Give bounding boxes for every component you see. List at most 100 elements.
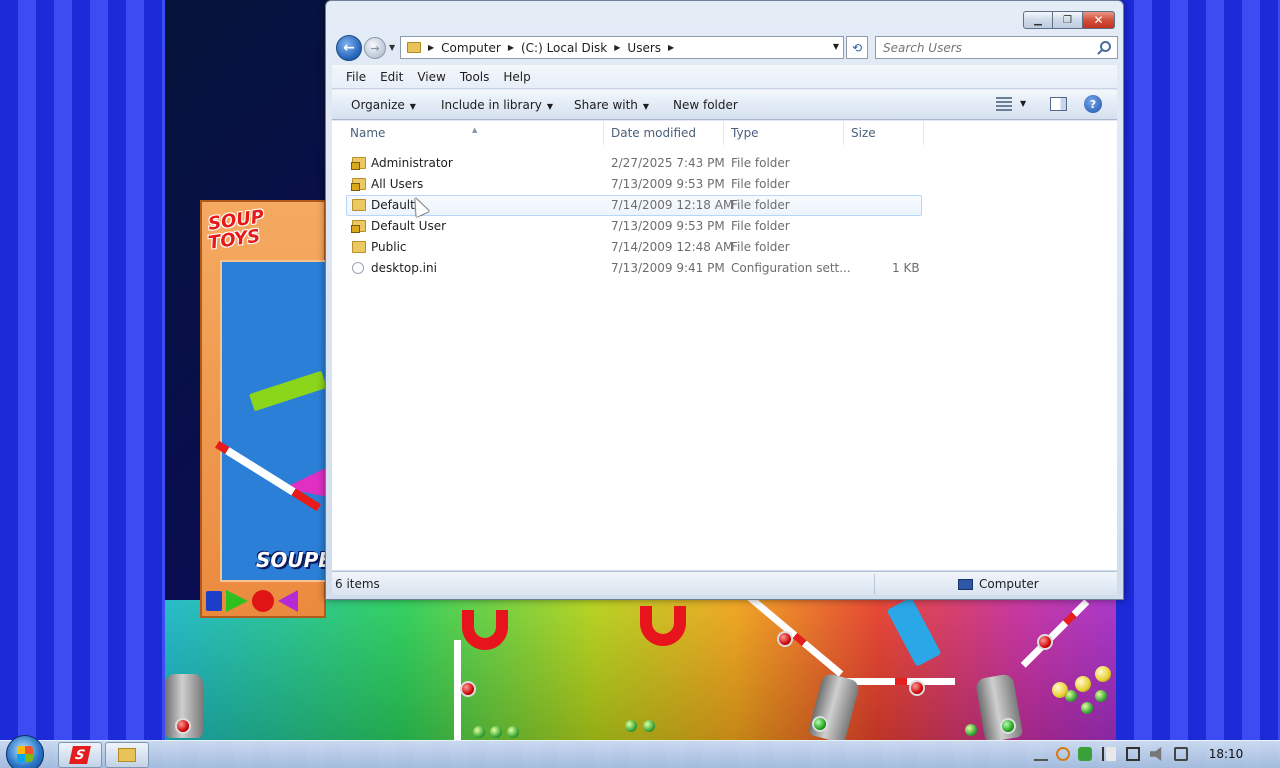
usb-device-icon[interactable]: [1174, 747, 1188, 761]
network-icon[interactable]: [1126, 747, 1140, 761]
search-icon[interactable]: [1100, 41, 1111, 52]
column-header-size[interactable]: Size: [844, 121, 924, 145]
file-type: Configuration sett...: [731, 261, 851, 275]
stop-icon[interactable]: [252, 590, 274, 612]
file-type: File folder: [731, 156, 790, 170]
file-name: desktop.ini: [371, 261, 437, 275]
chevron-right-icon[interactable]: ▶: [614, 43, 620, 52]
show-hidden-icons[interactable]: [1034, 747, 1048, 761]
game-toolbar: [206, 588, 324, 614]
locked-folder-icon: [351, 157, 366, 170]
column-header-name[interactable]: Name ▲: [332, 121, 604, 145]
menu-bar: File Edit View Tools Help: [332, 65, 1117, 89]
folder-icon: [407, 42, 421, 53]
play-icon[interactable]: [226, 590, 248, 612]
search-tray-icon[interactable]: [1056, 747, 1070, 761]
breadcrumb-computer[interactable]: Computer: [441, 41, 501, 55]
file-type: File folder: [731, 240, 790, 254]
file-date: 7/14/2009 12:18 AM: [611, 198, 734, 212]
taskbar-soup-toys[interactable]: S: [58, 742, 102, 768]
menu-help[interactable]: Help: [503, 70, 530, 84]
forward-button[interactable]: →: [364, 37, 386, 59]
file-date: 7/13/2009 9:53 PM: [611, 177, 725, 191]
menu-edit[interactable]: Edit: [380, 70, 403, 84]
toy-preview[interactable]: SOUPER: [214, 260, 347, 582]
file-row[interactable]: All Users 7/13/2009 9:53 PM File folder: [332, 174, 1117, 195]
start-button[interactable]: [6, 735, 44, 768]
soup-toys-panel: SOUP TOYS SOUPER: [200, 200, 347, 618]
menu-view[interactable]: View: [417, 70, 445, 84]
taskbar-explorer[interactable]: [105, 742, 149, 768]
locked-folder-icon: [351, 178, 366, 191]
file-name: Administrator: [371, 156, 453, 170]
soup-toys-app-icon: S: [69, 746, 91, 764]
recent-pages-dropdown[interactable]: ▼: [389, 43, 395, 52]
view-options-dropdown[interactable]: ▼: [1020, 99, 1026, 108]
maximize-button[interactable]: ❐: [1053, 11, 1083, 29]
locked-folder-icon: [351, 220, 366, 233]
security-shield-icon[interactable]: [1078, 747, 1092, 761]
address-bar[interactable]: ▶ Computer ▶ (C:) Local Disk ▶ Users ▶ ▼: [400, 36, 844, 59]
chevron-right-icon[interactable]: ▶: [508, 43, 514, 52]
close-button[interactable]: ✕: [1083, 11, 1115, 29]
file-row-hovered[interactable]: Default 7/14/2009 12:18 AM File folder: [346, 195, 922, 216]
address-history-dropdown[interactable]: ▼: [833, 42, 839, 51]
refresh-button[interactable]: ⟲: [846, 36, 868, 59]
file-rows: Administrator 2/27/2025 7:43 PM File fol…: [332, 153, 1117, 279]
command-bar: Organize ▼ Include in library ▼ Share with…: [332, 90, 1117, 120]
new-folder-button[interactable]: New folder: [673, 98, 738, 112]
rewind-icon[interactable]: [278, 590, 298, 612]
action-center-flag-icon[interactable]: [1102, 747, 1116, 761]
computer-icon: [958, 578, 973, 590]
file-list: Name ▲ Date modified Type Size Administr…: [332, 121, 1117, 570]
breadcrumb-users[interactable]: Users: [627, 41, 661, 55]
file-row[interactable]: desktop.ini 7/13/2009 9:41 PM Configurat…: [332, 258, 1117, 279]
breadcrumb-local-disk[interactable]: (C:) Local Disk: [521, 41, 607, 55]
file-date: 7/14/2009 12:48 AM: [611, 240, 734, 254]
item-count: 6 items: [335, 577, 380, 591]
share-with-button[interactable]: Share with ▼: [574, 98, 649, 112]
search-box[interactable]: [875, 36, 1118, 59]
menu-file[interactable]: File: [346, 70, 366, 84]
file-row[interactable]: Default User 7/13/2009 9:53 PM File fold…: [332, 216, 1117, 237]
file-row[interactable]: Public 7/14/2009 12:48 AM File folder: [332, 237, 1117, 258]
file-name: Default User: [371, 219, 447, 233]
options-icon[interactable]: [206, 591, 222, 611]
file-date: 7/13/2009 9:41 PM: [611, 261, 725, 275]
column-header-type[interactable]: Type: [724, 121, 844, 145]
chevron-right-icon[interactable]: ▶: [668, 43, 674, 52]
file-size: 1 KB: [892, 261, 920, 275]
file-name: Public: [371, 240, 407, 254]
preview-pane-icon[interactable]: [1050, 97, 1067, 111]
volume-muted-icon[interactable]: [1150, 747, 1162, 761]
status-location: Computer: [958, 577, 1039, 591]
folder-icon: [118, 748, 136, 762]
file-row[interactable]: Administrator 2/27/2025 7:43 PM File fol…: [332, 153, 1117, 174]
navigation-bar: ← → ▼ ▶ Computer ▶ (C:) Local Disk ▶ Use…: [334, 35, 1118, 61]
soup-toys-logo: SOUP TOYS: [206, 206, 266, 254]
sort-ascending-icon: ▲: [472, 126, 478, 134]
help-icon[interactable]: ?: [1084, 95, 1102, 113]
status-bar: 6 items Computer: [332, 571, 1117, 595]
file-type: File folder: [731, 198, 790, 212]
file-name: All Users: [371, 177, 424, 191]
search-input[interactable]: [876, 37, 1086, 58]
file-type: File folder: [731, 177, 790, 191]
settings-file-icon: [352, 262, 364, 274]
chevron-right-icon[interactable]: ▶: [428, 43, 434, 52]
file-date: 7/13/2009 9:53 PM: [611, 219, 725, 233]
organize-button[interactable]: Organize ▼: [351, 98, 416, 112]
clock[interactable]: 18:10: [1204, 747, 1248, 761]
folder-icon: [352, 241, 366, 253]
taskbar: S 18:10: [0, 735, 1280, 768]
folder-icon: [352, 199, 366, 211]
column-header-date-modified[interactable]: Date modified: [604, 121, 724, 145]
change-view-icon[interactable]: [996, 97, 1012, 111]
file-date: 2/27/2025 7:43 PM: [611, 156, 725, 170]
menu-tools[interactable]: Tools: [460, 70, 490, 84]
window-controls: ▁ ❐ ✕: [1023, 11, 1115, 29]
minimize-button[interactable]: ▁: [1023, 11, 1053, 29]
include-in-library-button[interactable]: Include in library ▼: [441, 98, 553, 112]
back-button[interactable]: ←: [336, 35, 362, 61]
explorer-window: ▁ ❐ ✕ ← → ▼ ▶ Computer ▶ (C:) Local Disk…: [325, 0, 1124, 600]
